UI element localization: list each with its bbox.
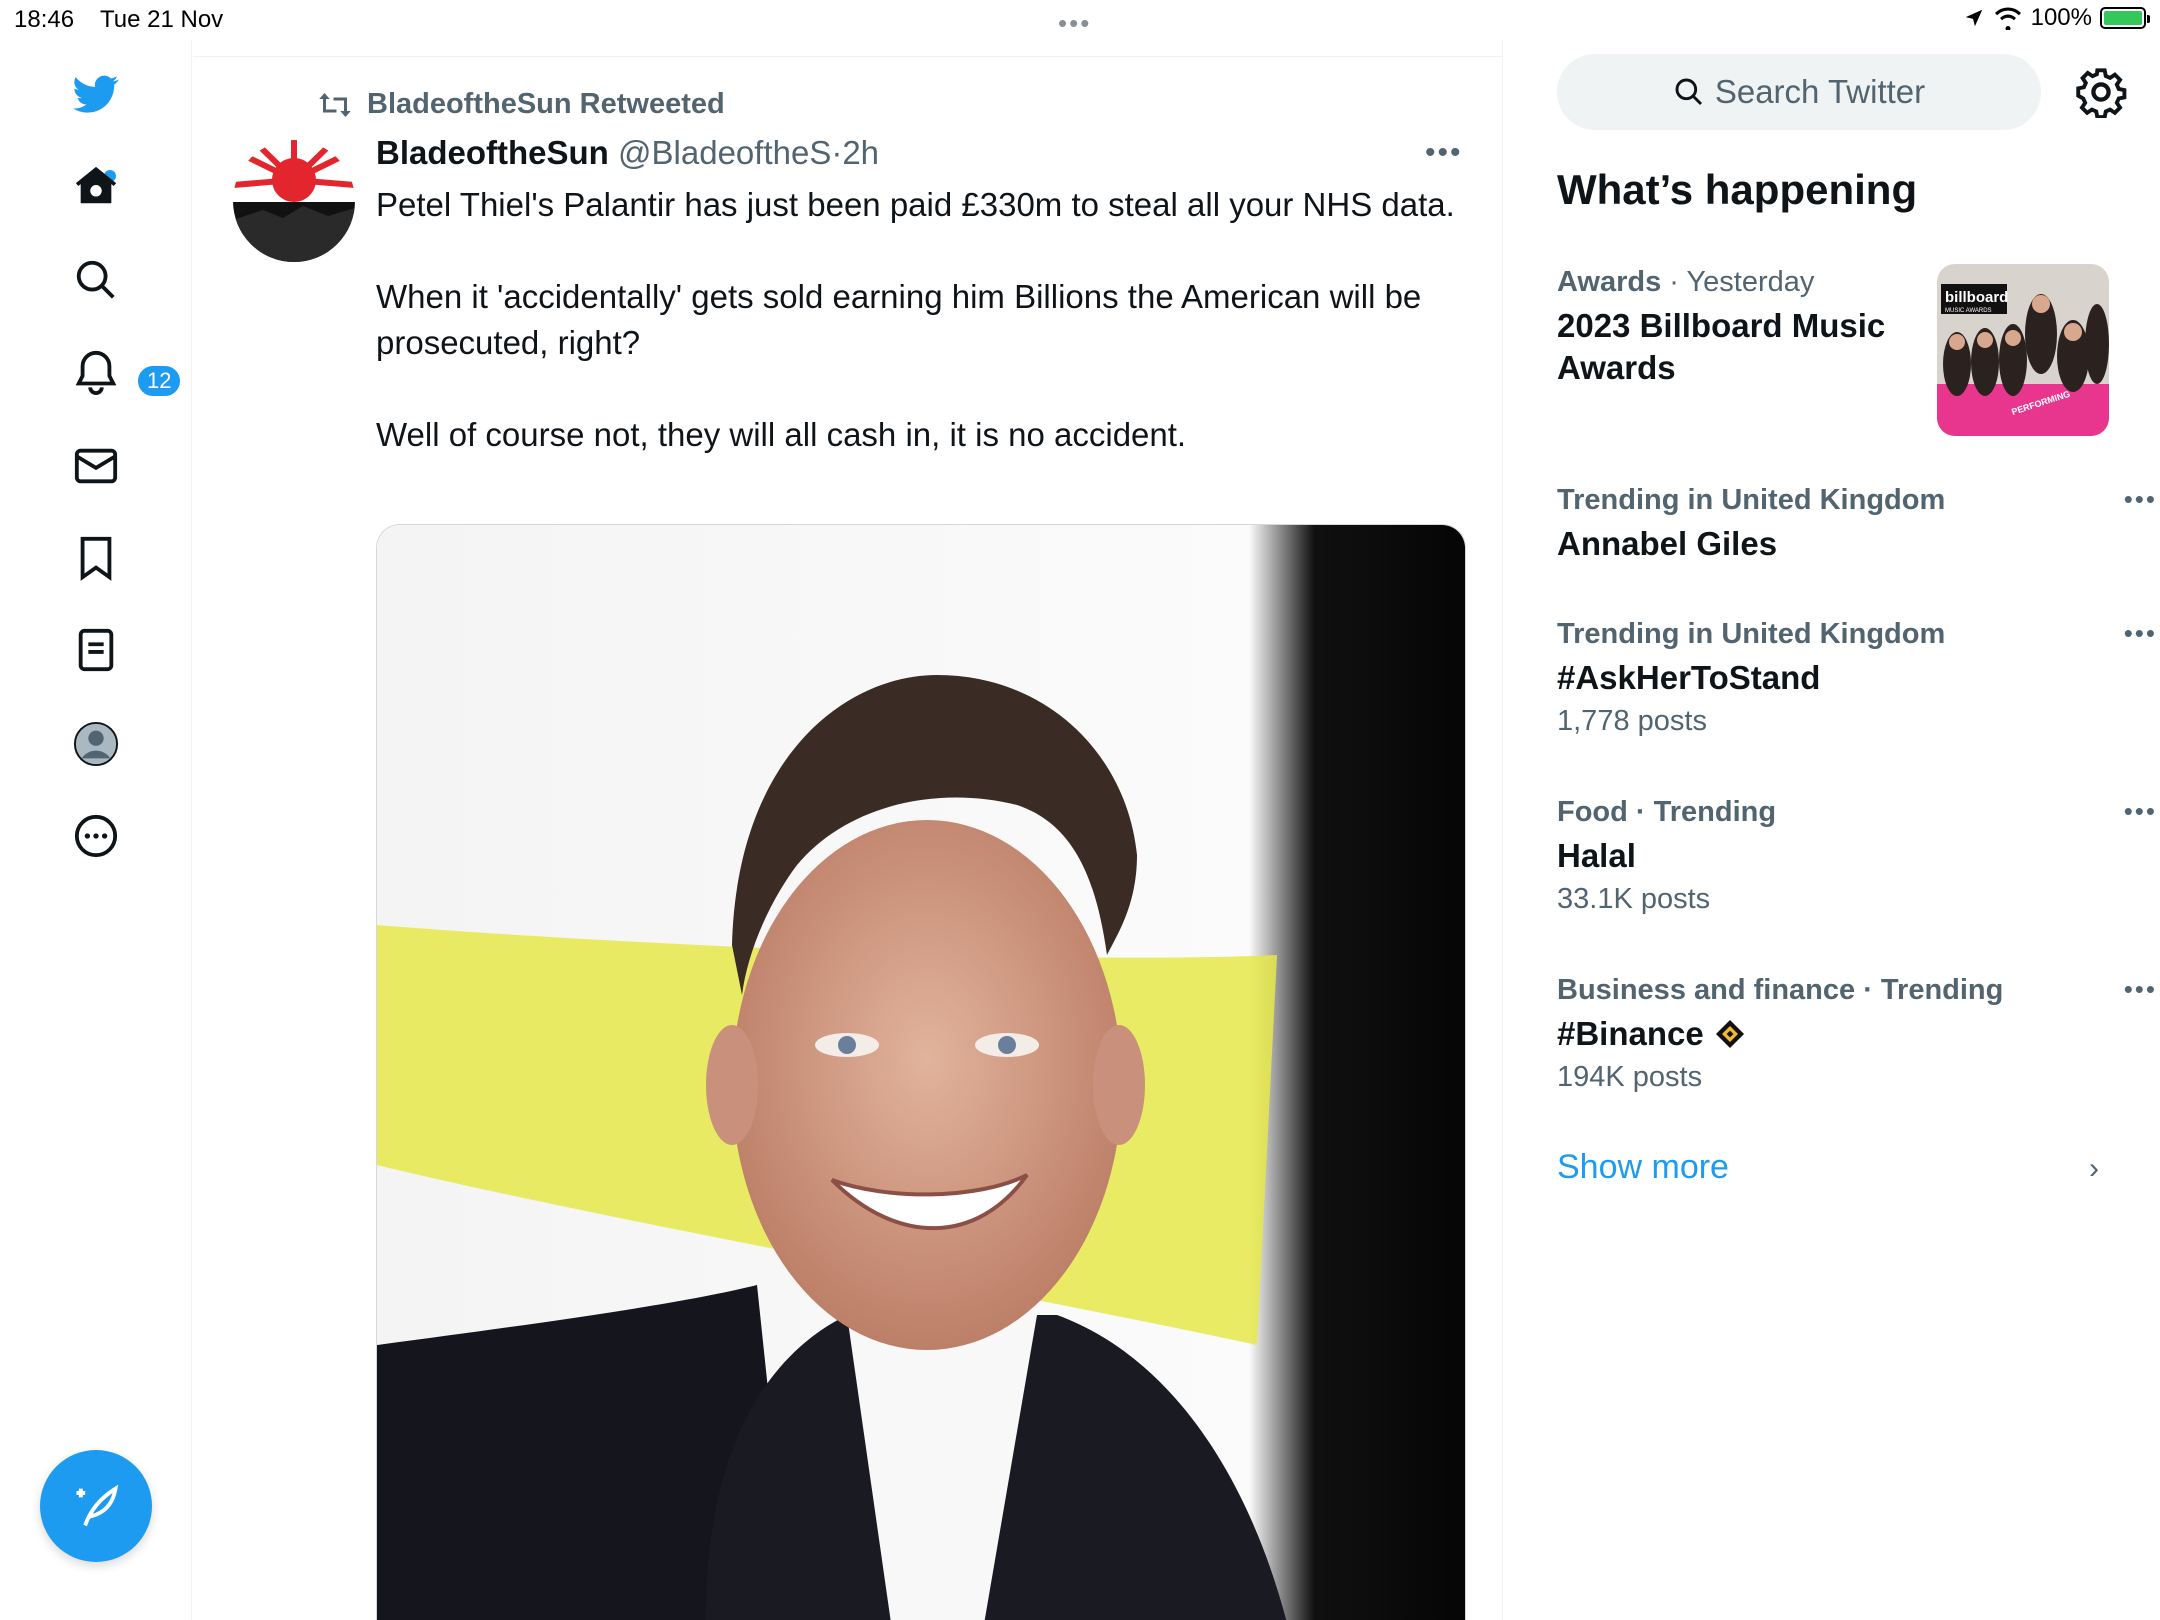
timeline-column: BladeoftheSun Retweeted BladeoftheSun @B… — [193, 40, 1503, 1620]
trend-item[interactable]: Trending in United Kingdom #AskHerToStan… — [1557, 618, 2155, 738]
awards-thumbnail[interactable]: billboard MUSIC AWARDS PERFORMING — [1937, 264, 2109, 436]
tweet-more-icon[interactable]: ••• — [1425, 136, 1463, 170]
tweet-author-avatar[interactable] — [233, 140, 355, 262]
feather-plus-icon — [76, 1484, 119, 1527]
trend-item[interactable]: Business and finance · Trending #Binance… — [1557, 974, 2155, 1094]
battery-fill — [2104, 11, 2142, 25]
awards-time: Yesterday — [1686, 266, 1815, 298]
wifi-icon — [1994, 7, 2021, 30]
top-divider — [193, 56, 1502, 57]
twitter-logo-icon[interactable] — [60, 58, 132, 130]
tweet-paragraph: When it 'accidentally' gets sold earning… — [376, 278, 1422, 361]
tweet-time[interactable]: 2h — [842, 134, 879, 171]
bookmark-icon[interactable] — [60, 522, 132, 594]
tweet-author-handle[interactable]: @BladeoftheS — [618, 134, 831, 171]
home-icon[interactable] — [60, 150, 132, 222]
tweet-paragraph: Well of course not, they will all cash i… — [376, 416, 1187, 453]
tweet-text: Petel Thiel's Palantir has just been pai… — [376, 182, 1466, 504]
tweet-photo[interactable] — [376, 524, 1466, 1620]
trend-title: #Binance — [1557, 1015, 1704, 1052]
trend-category: Food · Trending — [1557, 796, 1777, 828]
trend-title: #AskHerToStand — [1557, 659, 1821, 696]
trend-posts-count: 33.1K posts — [1557, 883, 1711, 915]
trend-title: Halal — [1557, 837, 1636, 874]
trend-category: Trending in United Kingdom — [1557, 484, 1946, 516]
awards-category: Awards — [1557, 266, 1662, 298]
mail-icon[interactable] — [60, 430, 132, 502]
trend-item[interactable]: Food · Trending Halal 33.1K posts ••• — [1557, 796, 2155, 916]
left-navigation: 12 — [0, 40, 192, 1620]
show-more-link[interactable]: Show more — [1557, 1148, 1729, 1187]
binance-diamond-icon — [1715, 1019, 1744, 1049]
search-placeholder: Search Twitter — [1714, 73, 1926, 110]
compose-tweet-button[interactable] — [40, 1450, 152, 1562]
status-bar: 18:46 Tue 21 Nov ••• 100% — [0, 0, 2160, 40]
bell-icon[interactable]: 12 — [60, 336, 183, 408]
whats-happening-title: What’s happening — [1557, 166, 1918, 213]
awards-image-subtext: MUSIC AWARDS — [1945, 308, 1992, 314]
location-arrow-icon — [1965, 9, 1982, 27]
status-date: Tue 21 Nov — [100, 6, 224, 33]
tweet-header: BladeoftheSun @BladeoftheS·2h — [376, 134, 879, 172]
multitasking-dots-icon[interactable]: ••• — [1058, 8, 1091, 39]
trend-more-icon[interactable]: ••• — [2124, 618, 2157, 649]
search-icon — [1675, 78, 1702, 106]
awards-image-text: billboard — [1945, 289, 2008, 306]
status-time: 18:46 — [14, 6, 75, 33]
profile-icon[interactable] — [60, 708, 132, 780]
search-icon[interactable] — [60, 244, 132, 316]
trend-title: Annabel Giles — [1557, 525, 1778, 562]
trend-more-icon[interactable]: ••• — [2124, 974, 2157, 1005]
tweet-author-name[interactable]: BladeoftheSun — [376, 134, 609, 171]
list-icon[interactable] — [60, 614, 132, 686]
trend-posts-count: 194K posts — [1557, 1061, 1703, 1093]
battery-percent: 100% — [2030, 4, 2092, 31]
trend-more-icon[interactable]: ••• — [2124, 796, 2157, 827]
trend-title-row: #Binance — [1557, 1013, 2117, 1055]
trend-category: Trending in United Kingdom — [1557, 618, 1946, 650]
more-circle-icon[interactable] — [60, 800, 132, 872]
trend-title: 2023 Billboard Music Awards — [1557, 307, 1886, 386]
tweet-paragraph: Petel Thiel's Palantir has just been pai… — [376, 186, 1455, 223]
chevron-right-icon[interactable]: › — [2089, 1152, 2099, 1186]
retweet-context[interactable]: BladeoftheSun Retweeted — [317, 88, 725, 121]
status-indicators: 100% — [1963, 4, 2150, 32]
tweet-separator: · — [831, 134, 843, 171]
right-sidebar: Search Twitter What’s happening Awards ·… — [1505, 40, 2160, 1620]
trend-category: Business and finance · Trending — [1557, 974, 2004, 1006]
search-input[interactable]: Search Twitter — [1557, 54, 2041, 130]
trend-posts-count: 1,778 posts — [1557, 705, 1707, 737]
retweet-icon — [319, 92, 351, 117]
trend-item[interactable]: Trending in United Kingdom Annabel Giles… — [1557, 484, 2155, 565]
retweeted-by-label: BladeoftheSun Retweeted — [367, 88, 725, 120]
trend-category: Awards · Yesterday — [1557, 266, 1815, 298]
notifications-badge: 12 — [136, 364, 183, 398]
trend-item-awards[interactable]: Awards · Yesterday 2023 Billboard Music … — [1557, 266, 1917, 389]
settings-gear-icon[interactable] — [2075, 66, 2127, 120]
battery-icon — [2100, 7, 2150, 29]
trend-more-icon[interactable]: ••• — [2124, 484, 2157, 515]
